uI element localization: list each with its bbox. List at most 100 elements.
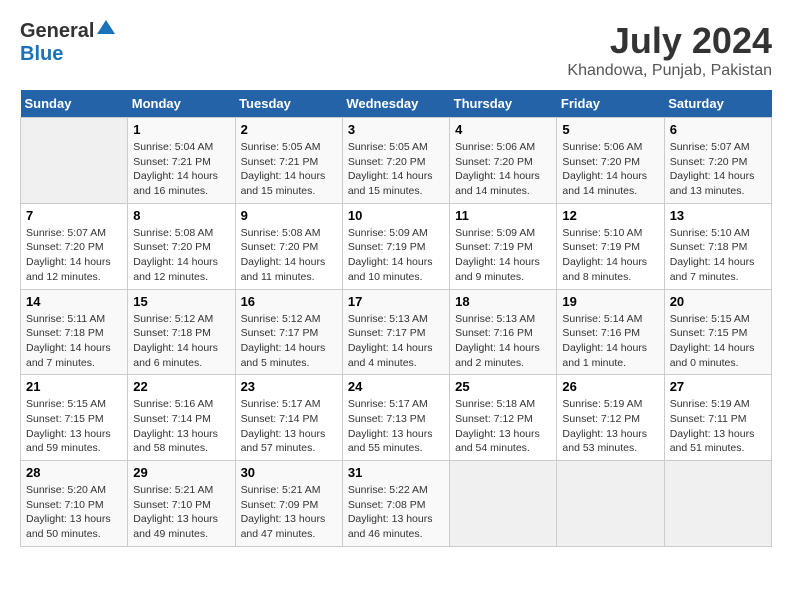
calendar-cell [21, 118, 128, 204]
calendar-cell: 8 Sunrise: 5:08 AMSunset: 7:20 PMDaylight… [128, 203, 235, 289]
calendar-cell [557, 461, 664, 547]
day-info: Sunrise: 5:15 AMSunset: 7:15 PMDaylight:… [670, 312, 766, 371]
day-info: Sunrise: 5:15 AMSunset: 7:15 PMDaylight:… [26, 397, 122, 456]
calendar-cell: 14 Sunrise: 5:11 AMSunset: 7:18 PMDayligh… [21, 289, 128, 375]
day-info: Sunrise: 5:17 AMSunset: 7:14 PMDaylight:… [241, 397, 337, 456]
logo-general-text: General [20, 20, 94, 43]
day-info: Sunrise: 5:09 AMSunset: 7:19 PMDaylight:… [455, 226, 551, 285]
calendar-cell [664, 461, 771, 547]
header-saturday: Saturday [664, 90, 771, 118]
header-wednesday: Wednesday [342, 90, 449, 118]
day-number: 29 [133, 465, 229, 480]
day-info: Sunrise: 5:11 AMSunset: 7:18 PMDaylight:… [26, 312, 122, 371]
day-number: 10 [348, 208, 444, 223]
day-number: 28 [26, 465, 122, 480]
calendar-table: SundayMondayTuesdayWednesdayThursdayFrid… [20, 90, 772, 547]
calendar-cell: 10 Sunrise: 5:09 AMSunset: 7:19 PMDayligh… [342, 203, 449, 289]
calendar-cell: 12 Sunrise: 5:10 AMSunset: 7:19 PMDayligh… [557, 203, 664, 289]
calendar-cell: 20 Sunrise: 5:15 AMSunset: 7:15 PMDayligh… [664, 289, 771, 375]
day-info: Sunrise: 5:05 AMSunset: 7:21 PMDaylight:… [241, 140, 337, 199]
header: General Blue July 2024 Khandowa, Punjab,… [20, 20, 772, 80]
calendar-cell: 11 Sunrise: 5:09 AMSunset: 7:19 PMDayligh… [450, 203, 557, 289]
day-number: 12 [562, 208, 658, 223]
day-number: 26 [562, 379, 658, 394]
logo: General Blue [20, 20, 115, 66]
calendar-header-row: SundayMondayTuesdayWednesdayThursdayFrid… [21, 90, 772, 118]
calendar-cell: 17 Sunrise: 5:13 AMSunset: 7:17 PMDayligh… [342, 289, 449, 375]
day-number: 27 [670, 379, 766, 394]
day-number: 11 [455, 208, 551, 223]
calendar-cell: 1Sunrise: 5:04 AMSunset: 7:21 PMDaylight… [128, 118, 235, 204]
calendar-week-row: 14 Sunrise: 5:11 AMSunset: 7:18 PMDayligh… [21, 289, 772, 375]
calendar-cell: 3 Sunrise: 5:05 AMSunset: 7:20 PMDaylight… [342, 118, 449, 204]
day-info: Sunrise: 5:06 AMSunset: 7:20 PMDaylight:… [455, 140, 551, 199]
calendar-week-row: 7 Sunrise: 5:07 AMSunset: 7:20 PMDaylight… [21, 203, 772, 289]
day-number: 21 [26, 379, 122, 394]
day-info: Sunrise: 5:10 AMSunset: 7:18 PMDaylight:… [670, 226, 766, 285]
day-info: Sunrise: 5:04 AMSunset: 7:21 PMDaylight:… [133, 140, 229, 199]
day-info: Sunrise: 5:12 AMSunset: 7:17 PMDaylight:… [241, 312, 337, 371]
day-number: 16 [241, 294, 337, 309]
day-info: Sunrise: 5:13 AMSunset: 7:16 PMDaylight:… [455, 312, 551, 371]
day-number: 3 [348, 122, 444, 137]
day-info: Sunrise: 5:10 AMSunset: 7:19 PMDaylight:… [562, 226, 658, 285]
header-monday: Monday [128, 90, 235, 118]
day-info: Sunrise: 5:18 AMSunset: 7:12 PMDaylight:… [455, 397, 551, 456]
day-info: Sunrise: 5:16 AMSunset: 7:14 PMDaylight:… [133, 397, 229, 456]
day-info: Sunrise: 5:07 AMSunset: 7:20 PMDaylight:… [670, 140, 766, 199]
day-number: 4 [455, 122, 551, 137]
day-number: 20 [670, 294, 766, 309]
calendar-week-row: 28 Sunrise: 5:20 AMSunset: 7:10 PMDayligh… [21, 461, 772, 547]
day-number: 7 [26, 208, 122, 223]
day-number: 19 [562, 294, 658, 309]
day-number: 23 [241, 379, 337, 394]
day-info: Sunrise: 5:06 AMSunset: 7:20 PMDaylight:… [562, 140, 658, 199]
day-number: 9 [241, 208, 337, 223]
day-info: Sunrise: 5:19 AMSunset: 7:11 PMDaylight:… [670, 397, 766, 456]
day-number: 17 [348, 294, 444, 309]
calendar-cell: 19 Sunrise: 5:14 AMSunset: 7:16 PMDayligh… [557, 289, 664, 375]
calendar-week-row: 21 Sunrise: 5:15 AMSunset: 7:15 PMDayligh… [21, 375, 772, 461]
day-info: Sunrise: 5:14 AMSunset: 7:16 PMDaylight:… [562, 312, 658, 371]
header-friday: Friday [557, 90, 664, 118]
calendar-cell: 18 Sunrise: 5:13 AMSunset: 7:16 PMDayligh… [450, 289, 557, 375]
calendar-cell: 31Sunrise: 5:22 AMSunset: 7:08 PMDayligh… [342, 461, 449, 547]
day-number: 24 [348, 379, 444, 394]
calendar-cell: 29Sunrise: 5:21 AMSunset: 7:10 PMDayligh… [128, 461, 235, 547]
calendar-cell: 2Sunrise: 5:05 AMSunset: 7:21 PMDaylight… [235, 118, 342, 204]
calendar-cell: 6 Sunrise: 5:07 AMSunset: 7:20 PMDaylight… [664, 118, 771, 204]
calendar-week-row: 1Sunrise: 5:04 AMSunset: 7:21 PMDaylight… [21, 118, 772, 204]
day-number: 30 [241, 465, 337, 480]
day-info: Sunrise: 5:08 AMSunset: 7:20 PMDaylight:… [133, 226, 229, 285]
day-info: Sunrise: 5:21 AMSunset: 7:09 PMDaylight:… [241, 483, 337, 542]
day-number: 6 [670, 122, 766, 137]
day-number: 22 [133, 379, 229, 394]
calendar-cell: 7 Sunrise: 5:07 AMSunset: 7:20 PMDaylight… [21, 203, 128, 289]
location-subtitle: Khandowa, Punjab, Pakistan [567, 62, 772, 80]
day-number: 8 [133, 208, 229, 223]
day-info: Sunrise: 5:09 AMSunset: 7:19 PMDaylight:… [348, 226, 444, 285]
day-info: Sunrise: 5:13 AMSunset: 7:17 PMDaylight:… [348, 312, 444, 371]
day-number: 14 [26, 294, 122, 309]
logo-blue-text: Blue [20, 43, 63, 65]
day-info: Sunrise: 5:05 AMSunset: 7:20 PMDaylight:… [348, 140, 444, 199]
calendar-cell: 21 Sunrise: 5:15 AMSunset: 7:15 PMDayligh… [21, 375, 128, 461]
day-info: Sunrise: 5:07 AMSunset: 7:20 PMDaylight:… [26, 226, 122, 285]
day-number: 15 [133, 294, 229, 309]
calendar-cell: 27 Sunrise: 5:19 AMSunset: 7:11 PMDayligh… [664, 375, 771, 461]
calendar-cell: 23 Sunrise: 5:17 AMSunset: 7:14 PMDayligh… [235, 375, 342, 461]
calendar-cell: 28 Sunrise: 5:20 AMSunset: 7:10 PMDayligh… [21, 461, 128, 547]
title-area: July 2024 Khandowa, Punjab, Pakistan [567, 20, 772, 80]
calendar-cell: 22 Sunrise: 5:16 AMSunset: 7:14 PMDayligh… [128, 375, 235, 461]
calendar-cell: 30 Sunrise: 5:21 AMSunset: 7:09 PMDayligh… [235, 461, 342, 547]
calendar-cell: 16 Sunrise: 5:12 AMSunset: 7:17 PMDayligh… [235, 289, 342, 375]
calendar-cell: 26Sunrise: 5:19 AMSunset: 7:12 PMDayligh… [557, 375, 664, 461]
day-number: 13 [670, 208, 766, 223]
calendar-cell: 9 Sunrise: 5:08 AMSunset: 7:20 PMDaylight… [235, 203, 342, 289]
header-tuesday: Tuesday [235, 90, 342, 118]
day-info: Sunrise: 5:08 AMSunset: 7:20 PMDaylight:… [241, 226, 337, 285]
day-info: Sunrise: 5:20 AMSunset: 7:10 PMDaylight:… [26, 483, 122, 542]
calendar-cell: 5Sunrise: 5:06 AMSunset: 7:20 PMDaylight… [557, 118, 664, 204]
day-number: 18 [455, 294, 551, 309]
calendar-cell [450, 461, 557, 547]
